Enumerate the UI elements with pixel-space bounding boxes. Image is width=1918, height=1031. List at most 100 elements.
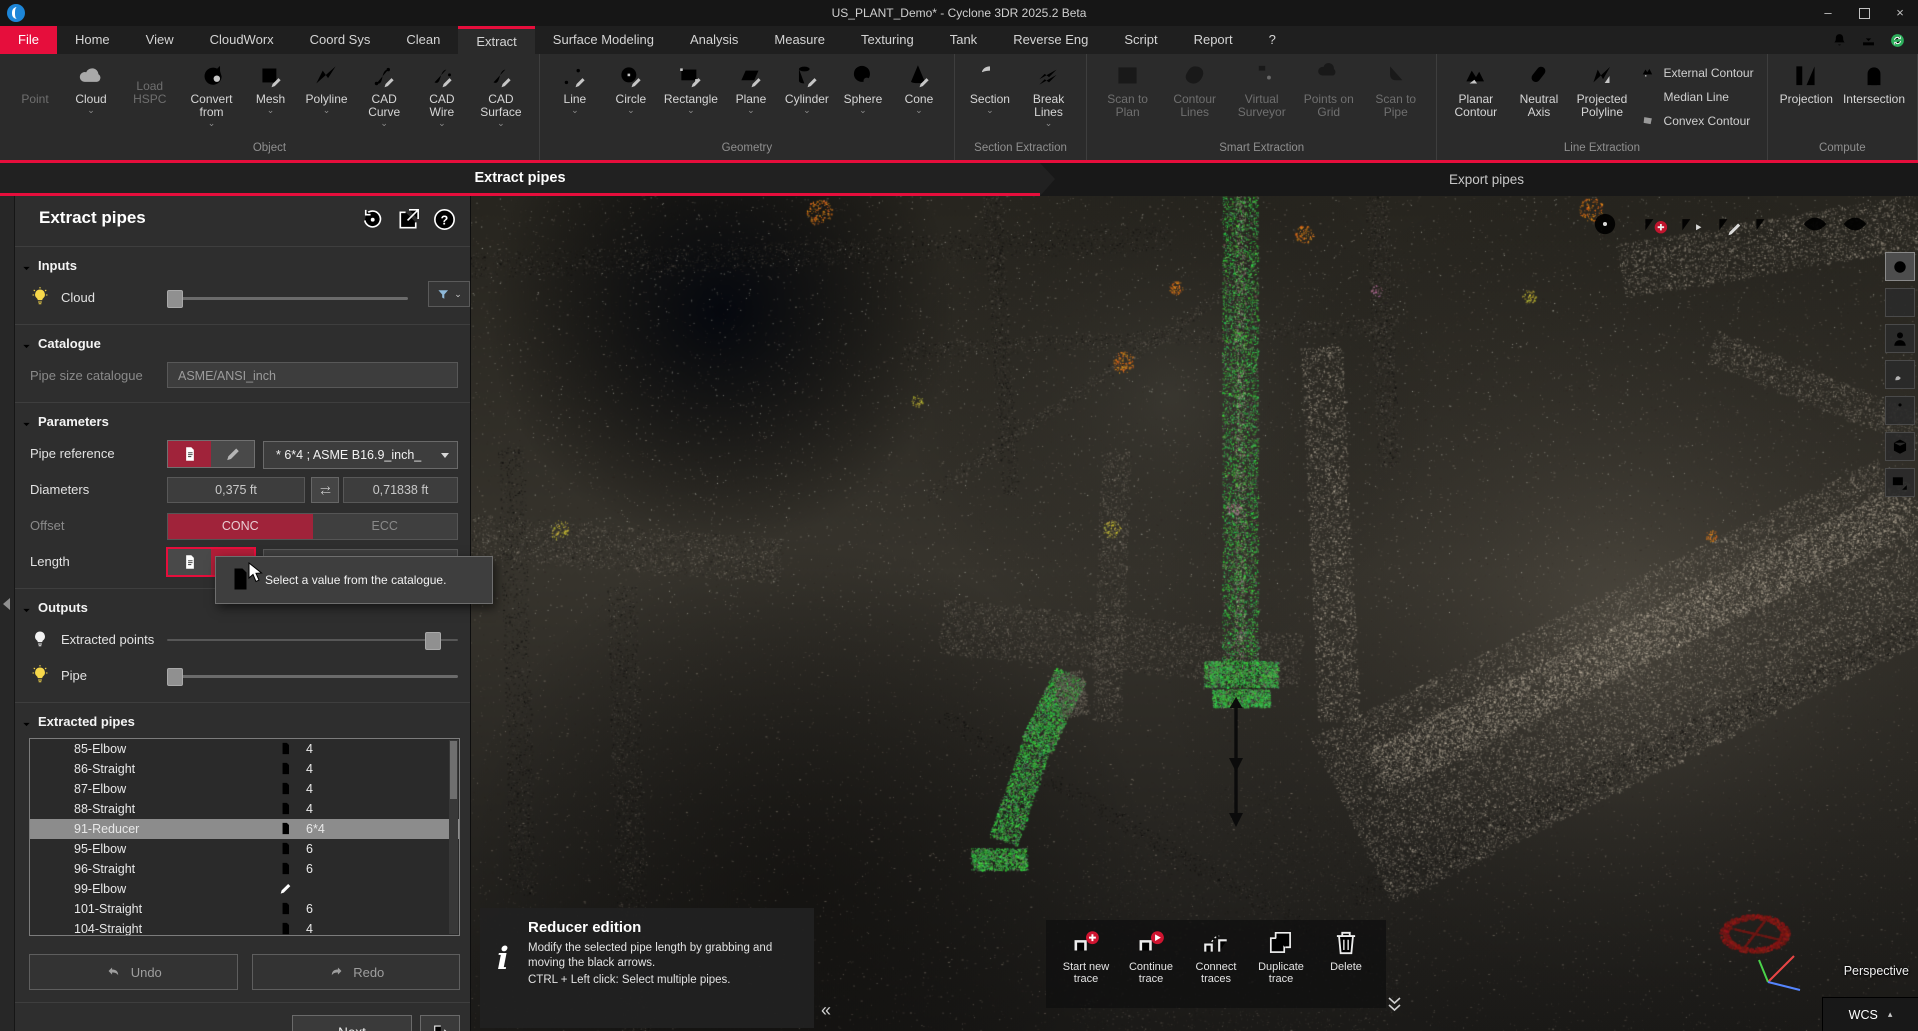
offset-conc-option[interactable]: CONC (168, 514, 313, 539)
trace-visibility-icon[interactable] (1800, 209, 1830, 239)
ribbon-button-convex-contour[interactable]: Convex Contour (1640, 112, 1754, 129)
person-button[interactable] (1885, 324, 1915, 353)
diameter-2-field[interactable]: 0,71838 ft (343, 477, 458, 503)
ribbon-button-cloud[interactable]: Cloud⌄ (63, 54, 119, 117)
pipe-list-row[interactable]: 99-Elbow (30, 879, 459, 899)
snap-circle-icon[interactable] (1590, 209, 1620, 239)
brush-button[interactable] (1885, 360, 1915, 389)
ribbon-button-circle[interactable]: Circle⌄ (603, 54, 659, 117)
popout-icon[interactable] (395, 206, 422, 233)
tab-export-pipes[interactable]: Export pipes (1055, 163, 1918, 196)
visibility-bulb-icon[interactable] (29, 286, 51, 308)
ribbon-button-break-lines[interactable]: Break Lines⌄ (1018, 54, 1079, 130)
toolbar-button-continue-trace[interactable]: Continue trace (1120, 927, 1182, 1001)
toolbar-button-start-new-trace[interactable]: Start new trace (1055, 927, 1117, 1001)
surveyor-button[interactable] (1885, 396, 1915, 425)
trace-play-icon[interactable] (1677, 209, 1707, 239)
menu-cloudworx[interactable]: CloudWorx (192, 26, 292, 54)
slider-handle[interactable] (425, 632, 441, 650)
menu-script[interactable]: Script (1106, 26, 1175, 54)
diameter-1-field[interactable]: 0,375 ft (167, 477, 305, 503)
ribbon-button-mesh[interactable]: Mesh⌄ (243, 54, 299, 117)
parameters-header[interactable]: Parameters (15, 407, 470, 436)
menu-file[interactable]: File (0, 26, 57, 54)
menu-reverse-eng[interactable]: Reverse Eng (995, 26, 1106, 54)
target-button[interactable] (1885, 252, 1915, 281)
ribbon-button-cad-surface[interactable]: CAD Surface⌄ (470, 54, 532, 130)
history-icon[interactable] (359, 206, 386, 233)
ribbon-button-median-line[interactable]: Median Line (1640, 88, 1754, 105)
trace-edit-icon[interactable] (1714, 209, 1744, 239)
ribbon-button-cone[interactable]: Cone⌄ (891, 54, 947, 117)
list-scrollbar[interactable] (449, 740, 458, 934)
ribbon-button-convert-from[interactable]: Convert from⌄ (181, 54, 243, 130)
undo-button[interactable]: Undo (29, 954, 238, 990)
ribbon-button-rectangle[interactable]: Rectangle⌄ (659, 54, 723, 117)
pipe-reference-dropdown[interactable]: * 6*4 ; ASME B16.9_inch_ (263, 441, 458, 469)
export-view-button[interactable] (1885, 468, 1915, 497)
exit-command-button[interactable] (420, 1015, 460, 1031)
collapse-toolbar-icon[interactable] (1387, 996, 1402, 1014)
ribbon-button-cad-wire[interactable]: CAD Wire⌄ (414, 54, 470, 130)
ribbon-button-plane[interactable]: Plane⌄ (723, 54, 779, 117)
pipe-list-row[interactable]: 101-Straight6 (30, 899, 459, 919)
ribbon-button-intersection[interactable]: Intersection (1838, 54, 1910, 117)
toolbar-button-delete[interactable]: Delete (1315, 927, 1377, 1001)
length-edit-arrow[interactable] (1223, 696, 1249, 828)
menu-home[interactable]: Home (57, 26, 128, 54)
collapse-panel-icon[interactable] (3, 598, 10, 610)
pipe-list-row[interactable]: 88-Straight4 (30, 799, 459, 819)
maximize-button[interactable] (1846, 0, 1882, 26)
menu-coord-sys[interactable]: Coord Sys (292, 26, 389, 54)
ribbon-button-planar-contour[interactable]: Planar Contour (1444, 54, 1507, 130)
pipe-list-row[interactable]: 85-Elbow4 (30, 739, 459, 759)
ribbon-button-neutral-axis[interactable]: Neutral Axis (1507, 54, 1570, 130)
scrollbar-thumb[interactable] (450, 741, 457, 799)
menu-report[interactable]: Report (1176, 26, 1251, 54)
trace-visibility2-icon[interactable] (1840, 209, 1870, 239)
menu-extract[interactable]: Extract (458, 26, 534, 54)
manual-edit-button[interactable] (211, 441, 254, 467)
pipe-list-row[interactable]: 95-Elbow6 (30, 839, 459, 859)
collapse-infobox-icon[interactable]: « (821, 1000, 831, 1021)
wcs-selector[interactable]: WCS ▴ (1822, 997, 1918, 1031)
slider-handle[interactable] (167, 290, 183, 308)
projection-mode-label[interactable]: Perspective (1844, 964, 1909, 978)
next-button[interactable]: Next (292, 1015, 412, 1031)
pipe-list-row[interactable]: 104-Straight4 (30, 919, 459, 936)
toolbar-button-connect-traces[interactable]: Connect traces (1185, 927, 1247, 1001)
trace-add-icon[interactable] (1640, 209, 1670, 239)
slider-handle[interactable] (167, 668, 183, 686)
close-button[interactable]: × (1882, 0, 1918, 26)
trace-pen-icon[interactable] (1751, 209, 1781, 239)
extracted-pipes-header[interactable]: Extracted pipes (15, 707, 470, 736)
ribbon-button-line[interactable]: Line⌄ (547, 54, 603, 117)
ribbon-button-polyline[interactable]: Polyline⌄ (299, 54, 355, 117)
ribbon-button-external-contour[interactable]: External Contour (1640, 64, 1754, 81)
menu-clean[interactable]: Clean (388, 26, 458, 54)
offset-ecc-option[interactable]: ECC (313, 514, 458, 539)
ribbon-button-cylinder[interactable]: Cylinder⌄ (779, 54, 835, 117)
menu-view[interactable]: View (128, 26, 192, 54)
help-icon[interactable]: ? (431, 206, 458, 233)
pipe-list-row[interactable]: 96-Straight6 (30, 859, 459, 879)
extracted-pipes-list[interactable]: 85-Elbow486-Straight487-Elbow488-Straigh… (29, 738, 460, 936)
menu--[interactable]: ? (1251, 26, 1294, 54)
visibility-bulb-icon[interactable] (29, 664, 51, 686)
inputs-header[interactable]: Inputs (15, 251, 470, 280)
axes-button[interactable] (1885, 288, 1915, 317)
toolbar-button-duplicate-trace[interactable]: Duplicate trace (1250, 927, 1312, 1001)
pipe-list-row[interactable]: 87-Elbow4 (30, 779, 459, 799)
minimize-button[interactable]: – (1810, 0, 1846, 26)
tab-extract-pipes[interactable]: Extract pipes (0, 163, 1040, 196)
cloud-opacity-slider[interactable] (167, 284, 408, 312)
menu-measure[interactable]: Measure (756, 26, 843, 54)
visibility-bulb-icon[interactable] (29, 628, 51, 650)
ribbon-button-section[interactable]: Section⌄ (962, 54, 1018, 117)
pipe-slider[interactable] (167, 662, 458, 690)
pipe-list-row[interactable]: 91-Reducer6*4 (30, 819, 459, 839)
extracted-points-slider[interactable] (167, 626, 458, 654)
swap-diameters-button[interactable] (311, 477, 339, 503)
ribbon-button-sphere[interactable]: Sphere⌄ (835, 54, 891, 117)
redo-button[interactable]: Redo (252, 954, 461, 990)
